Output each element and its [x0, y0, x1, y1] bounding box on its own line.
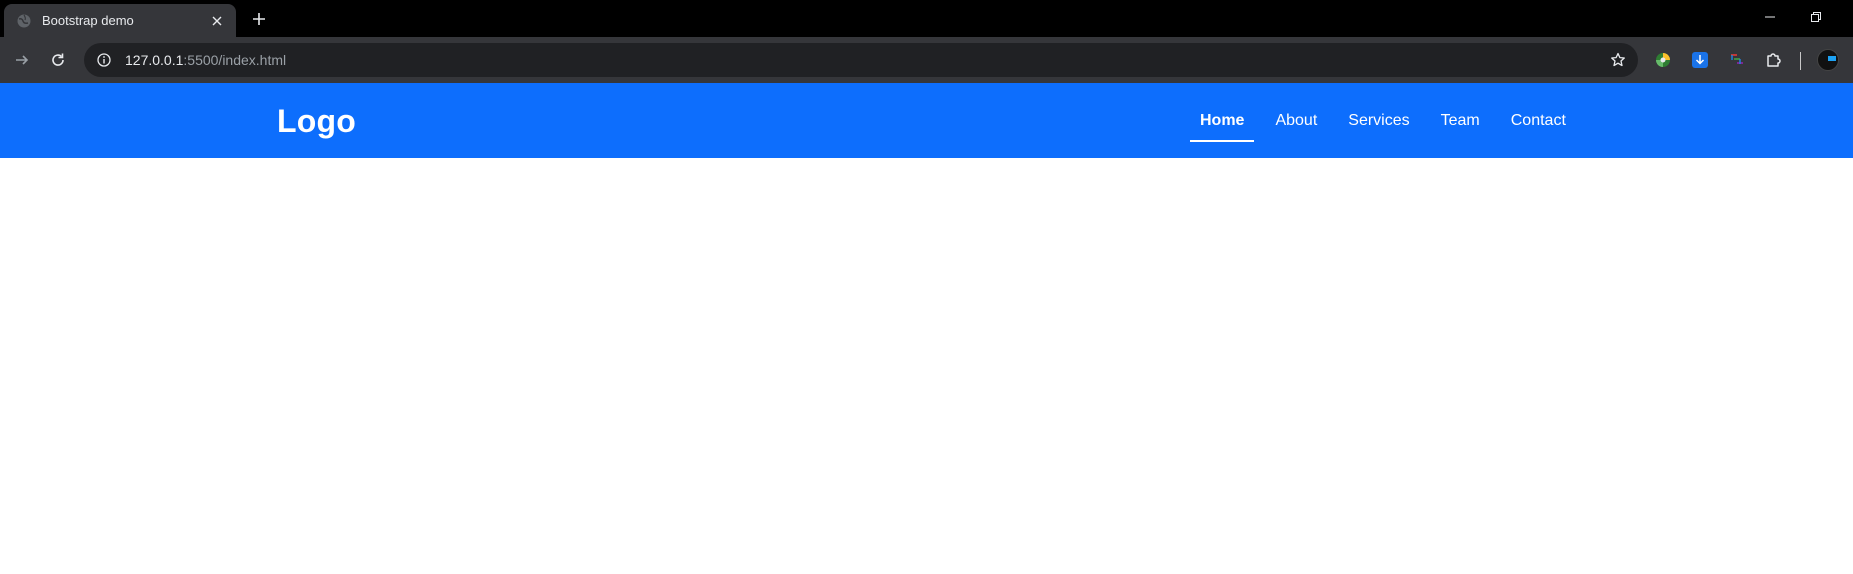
- nav-link-contact[interactable]: Contact: [1501, 83, 1576, 158]
- toolbar-divider: [1800, 52, 1801, 70]
- url-path: :5500/index.html: [183, 52, 287, 68]
- site-navbar: Logo Home About Services Team Contact: [0, 83, 1853, 158]
- color-extension-icon[interactable]: [1652, 49, 1674, 71]
- tab-strip: Bootstrap demo: [0, 0, 1853, 37]
- site-logo[interactable]: Logo: [277, 103, 356, 140]
- forward-button[interactable]: [7, 45, 37, 75]
- browser-toolbar: 127.0.0.1:5500/index.html: [0, 37, 1853, 83]
- puzzle-icon[interactable]: [1763, 49, 1785, 71]
- restore-icon: [1811, 12, 1821, 22]
- reload-icon: [52, 53, 64, 66]
- profile-mark: [1828, 56, 1836, 61]
- nav-links: Home About Services Team Contact: [1190, 83, 1587, 158]
- close-icon[interactable]: [208, 12, 226, 30]
- browser-tab[interactable]: Bootstrap demo: [4, 4, 236, 37]
- nav-link-services[interactable]: Services: [1338, 83, 1419, 158]
- nav-link-team[interactable]: Team: [1431, 83, 1490, 158]
- restore-button[interactable]: [1801, 5, 1831, 29]
- tab-title: Bootstrap demo: [42, 13, 134, 28]
- address-bar[interactable]: 127.0.0.1:5500/index.html: [84, 43, 1638, 77]
- nav-link-home[interactable]: Home: [1190, 83, 1255, 158]
- plus-icon: [253, 13, 265, 25]
- new-tab-button[interactable]: [247, 7, 271, 31]
- url-host: 127.0.0.1: [125, 52, 184, 68]
- download-extension-icon[interactable]: [1689, 49, 1711, 71]
- reload-button[interactable]: [43, 45, 73, 75]
- page-body: [0, 158, 1853, 574]
- minimize-icon: [1765, 16, 1775, 18]
- grid-extension-icon[interactable]: [1726, 49, 1748, 71]
- star-icon[interactable]: [1608, 50, 1628, 70]
- profile-avatar[interactable]: [1817, 49, 1839, 71]
- url-text: 127.0.0.1:5500/index.html: [125, 52, 286, 68]
- info-icon[interactable]: [93, 49, 115, 71]
- arrow-right-icon: [16, 55, 29, 65]
- globe-icon: [16, 13, 32, 29]
- nav-link-about[interactable]: About: [1265, 83, 1327, 158]
- minimize-button[interactable]: [1755, 5, 1785, 29]
